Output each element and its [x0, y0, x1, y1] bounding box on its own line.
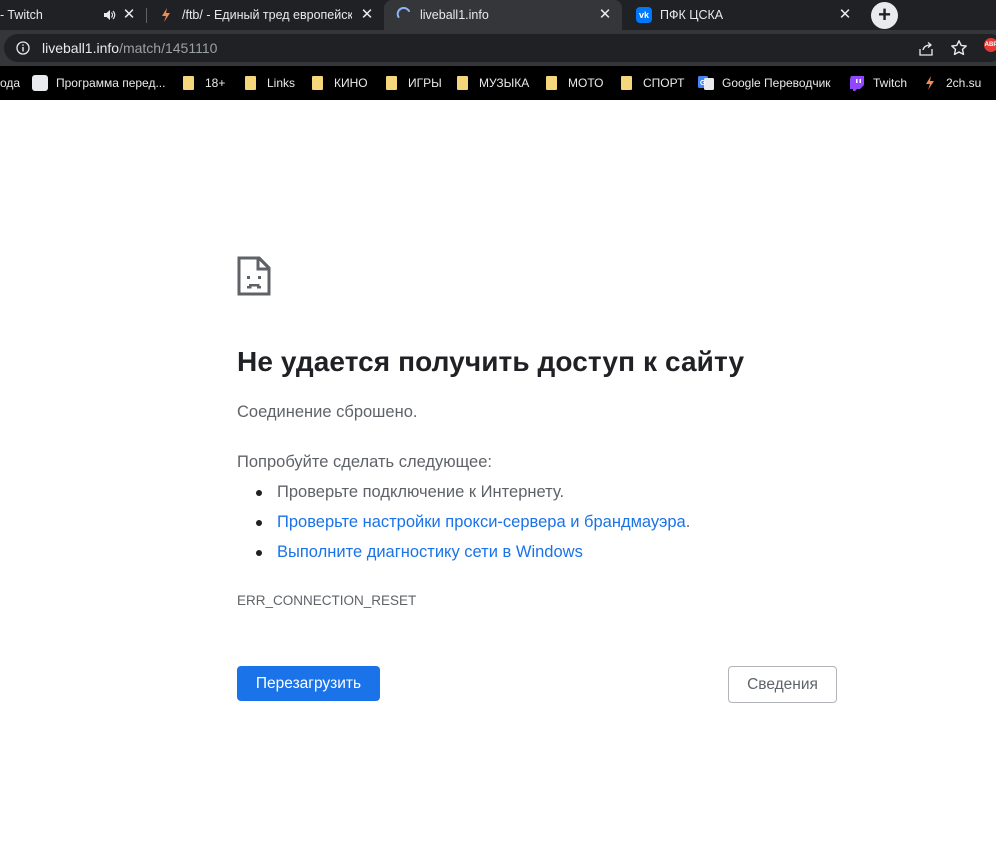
2ch-flame-icon [162, 8, 170, 22]
page-title: Не удается получить доступ к сайту [237, 346, 745, 377]
share-icon[interactable] [918, 41, 934, 57]
toolbar: liveball1.info/match/1451110 ABP [0, 30, 996, 66]
google-translate-icon: G [698, 76, 714, 90]
suggestion-check-proxy: Проверьте настройки прокси-сервера и бра… [254, 513, 690, 543]
bookmark-label: Links [267, 76, 296, 90]
bookmark-label: ода [0, 76, 21, 90]
tab-liveball-active[interactable]: liveball1.info ✕ [384, 0, 622, 30]
tv-icon [32, 75, 48, 91]
twitch-icon [850, 76, 864, 91]
2ch-flame-icon [926, 76, 934, 90]
suggestion-tail: . [685, 513, 691, 531]
bookmark-folder[interactable]: 18+ [183, 66, 225, 100]
bookmark-folder[interactable]: СПОРТ [621, 66, 684, 100]
bookmark-star-icon[interactable] [950, 39, 968, 57]
loading-spinner-icon [396, 7, 410, 18]
bookmark-item[interactable]: 2ch.su [922, 66, 981, 100]
bookmark-item[interactable]: Twitch [849, 66, 907, 100]
tab-strip: - Twitch ✕ /ftb/ - Единый тред европейск… [0, 0, 996, 30]
close-icon[interactable]: ✕ [598, 7, 612, 22]
bookmark-label: КИНО [334, 76, 368, 90]
vk-icon: vk [636, 7, 652, 23]
bookmark-label: 18+ [205, 76, 226, 90]
folder-icon [386, 76, 397, 90]
suggestion-network-diagnostics: Выполните диагностику сети в Windows [254, 543, 690, 573]
bookmark-label: Google Переводчик [722, 76, 831, 90]
proxy-firewall-link[interactable]: Проверьте настройки прокси-сервера и бра… [277, 513, 686, 531]
suggestion-check-connection: Проверьте подключение к Интернету. [254, 483, 690, 513]
bookmark-item[interactable]: G Google Переводчик [698, 66, 831, 100]
sad-page-icon [237, 256, 271, 296]
details-button[interactable]: Сведения [728, 666, 837, 703]
suggestions-heading: Попробуйте сделать следующее: [237, 453, 492, 471]
folder-icon [312, 76, 323, 90]
close-icon[interactable]: ✕ [360, 7, 374, 22]
new-tab-button[interactable]: + [871, 2, 898, 29]
bookmark-folder[interactable]: КИНО [312, 66, 368, 100]
bookmark-folder[interactable]: МОТО [546, 66, 603, 100]
suggestion-text: Проверьте подключение к Интернету. [277, 483, 565, 501]
bookmark-folder[interactable]: Links [245, 66, 295, 100]
bookmark-folder[interactable]: ИГРЫ [386, 66, 442, 100]
bookmark-folder[interactable]: МУЗЫКА [457, 66, 529, 100]
bookmarks-bar: ода Программа перед... 18+ Links КИНО ИГ… [0, 66, 996, 100]
folder-icon [183, 76, 194, 90]
bookmark-label: ИГРЫ [408, 76, 442, 90]
address-bar[interactable]: liveball1.info/match/1451110 [4, 34, 996, 62]
svg-text:G: G [700, 80, 706, 87]
bookmark-item[interactable]: ода [0, 66, 20, 100]
bookmark-label: МУЗЫКА [479, 76, 530, 90]
bookmark-item[interactable]: Программа перед... [32, 66, 165, 100]
url-domain: liveball1.info [42, 40, 120, 56]
tab-twitch[interactable]: - Twitch ✕ [0, 0, 146, 30]
tab-vk-cska[interactable]: vk ПФК ЦСКА ✕ [622, 0, 862, 30]
folder-icon [245, 76, 256, 90]
speaker-icon[interactable] [102, 8, 116, 22]
tab-title: /ftb/ - Единый тред европейско [182, 8, 352, 22]
reload-button[interactable]: Перезагрузить [237, 666, 380, 701]
close-icon[interactable]: ✕ [122, 7, 136, 22]
error-description: Соединение сброшено. [237, 403, 418, 421]
folder-icon [457, 76, 468, 90]
bookmark-label: Twitch [873, 76, 908, 90]
info-icon[interactable] [16, 41, 30, 55]
error-code: ERR_CONNECTION_RESET [237, 593, 417, 608]
bookmark-label: СПОРТ [643, 76, 685, 90]
bookmark-label: 2ch.su [946, 76, 982, 90]
url-path: /match/1451110 [119, 40, 218, 56]
url-text[interactable]: liveball1.info/match/1451110 [42, 40, 217, 56]
bookmark-label: МОТО [568, 76, 604, 90]
adblock-extension-icon[interactable]: ABP [984, 38, 996, 52]
bookmark-label: Программа перед... [56, 76, 166, 90]
folder-icon [546, 76, 557, 90]
tab-title: liveball1.info [420, 8, 489, 22]
tab-title: ПФК ЦСКА [660, 8, 724, 22]
tab-title: - Twitch [0, 8, 43, 22]
suggestions-list: Проверьте подключение к Интернету. Прове… [254, 483, 690, 573]
tab-2ch-ftb[interactable]: /ftb/ - Единый тред европейско ✕ [146, 0, 384, 30]
network-diagnostics-link[interactable]: Выполните диагностику сети в Windows [277, 543, 583, 561]
close-icon[interactable]: ✕ [838, 7, 852, 22]
folder-icon [621, 76, 632, 90]
